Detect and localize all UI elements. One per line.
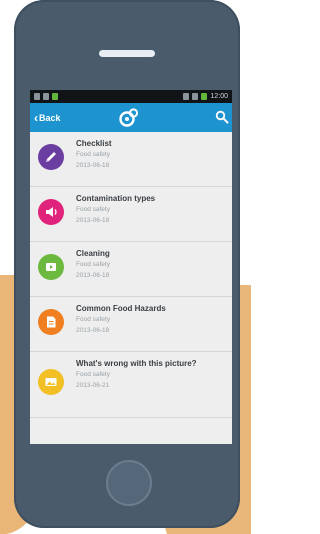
lesson-list: Checklist Food safety 2013-06-18 Contami… [30, 132, 232, 418]
item-title: Cleaning [76, 249, 110, 258]
app-logo-icon [119, 108, 139, 127]
message-icon [43, 93, 49, 100]
item-title: Checklist [76, 139, 112, 148]
android-icon [52, 93, 58, 100]
home-button[interactable] [106, 460, 152, 506]
item-date: 2013-06-18 [76, 272, 110, 279]
chevron-left-icon: ‹ [34, 110, 38, 125]
video-icon [38, 254, 64, 280]
speaker-icon [38, 199, 64, 225]
item-category: Food safety [76, 371, 110, 378]
signal-icon [192, 93, 199, 100]
phone-screen: 12:00 ‹ Back Checklist Food safety 2013-… [30, 90, 232, 444]
list-item[interactable]: Checklist Food safety 2013-06-18 [30, 132, 232, 187]
item-date: 2013-06-18 [76, 162, 110, 169]
notification-icon [34, 93, 40, 100]
item-title: What's wrong with this picture? [76, 359, 197, 368]
stage: 12:00 ‹ Back Checklist Food safety 2013-… [0, 0, 251, 534]
item-date: 2013-06-18 [76, 217, 110, 224]
item-date: 2013-06-21 [76, 382, 110, 389]
search-icon[interactable] [215, 110, 229, 124]
list-item[interactable]: Contamination types Food safety 2013-06-… [30, 187, 232, 242]
item-category: Food safety [76, 261, 110, 268]
status-bar: 12:00 [30, 90, 232, 103]
wifi-icon [183, 93, 190, 100]
item-date: 2013-06-18 [76, 327, 110, 334]
item-title: Common Food Hazards [76, 304, 166, 313]
pencil-icon [38, 144, 64, 170]
battery-icon [201, 93, 208, 100]
item-text: Common Food Hazards Food safety 2013-06-… [76, 304, 226, 336]
status-left [34, 93, 58, 100]
app-bar: ‹ Back [30, 103, 232, 132]
list-item[interactable]: Common Food Hazards Food safety 2013-06-… [30, 297, 232, 352]
item-category: Food safety [76, 151, 110, 158]
item-category: Food safety [76, 316, 110, 323]
item-text: Contamination types Food safety 2013-06-… [76, 194, 226, 226]
list-item[interactable]: What's wrong with this picture? Food saf… [30, 352, 232, 418]
document-icon [38, 309, 64, 335]
back-button[interactable]: ‹ Back [30, 112, 61, 124]
image-icon [38, 369, 64, 395]
item-text: What's wrong with this picture? Food saf… [76, 359, 226, 391]
item-text: Cleaning Food safety 2013-06-18 [76, 249, 226, 281]
status-time: 12:00 [210, 93, 228, 100]
list-item[interactable]: Cleaning Food safety 2013-06-18 [30, 242, 232, 297]
item-title: Contamination types [76, 194, 156, 203]
status-right: 12:00 [183, 90, 228, 103]
item-text: Checklist Food safety 2013-06-18 [76, 139, 226, 171]
phone-speaker [99, 50, 155, 57]
item-category: Food safety [76, 206, 110, 213]
back-label: Back [39, 112, 61, 123]
